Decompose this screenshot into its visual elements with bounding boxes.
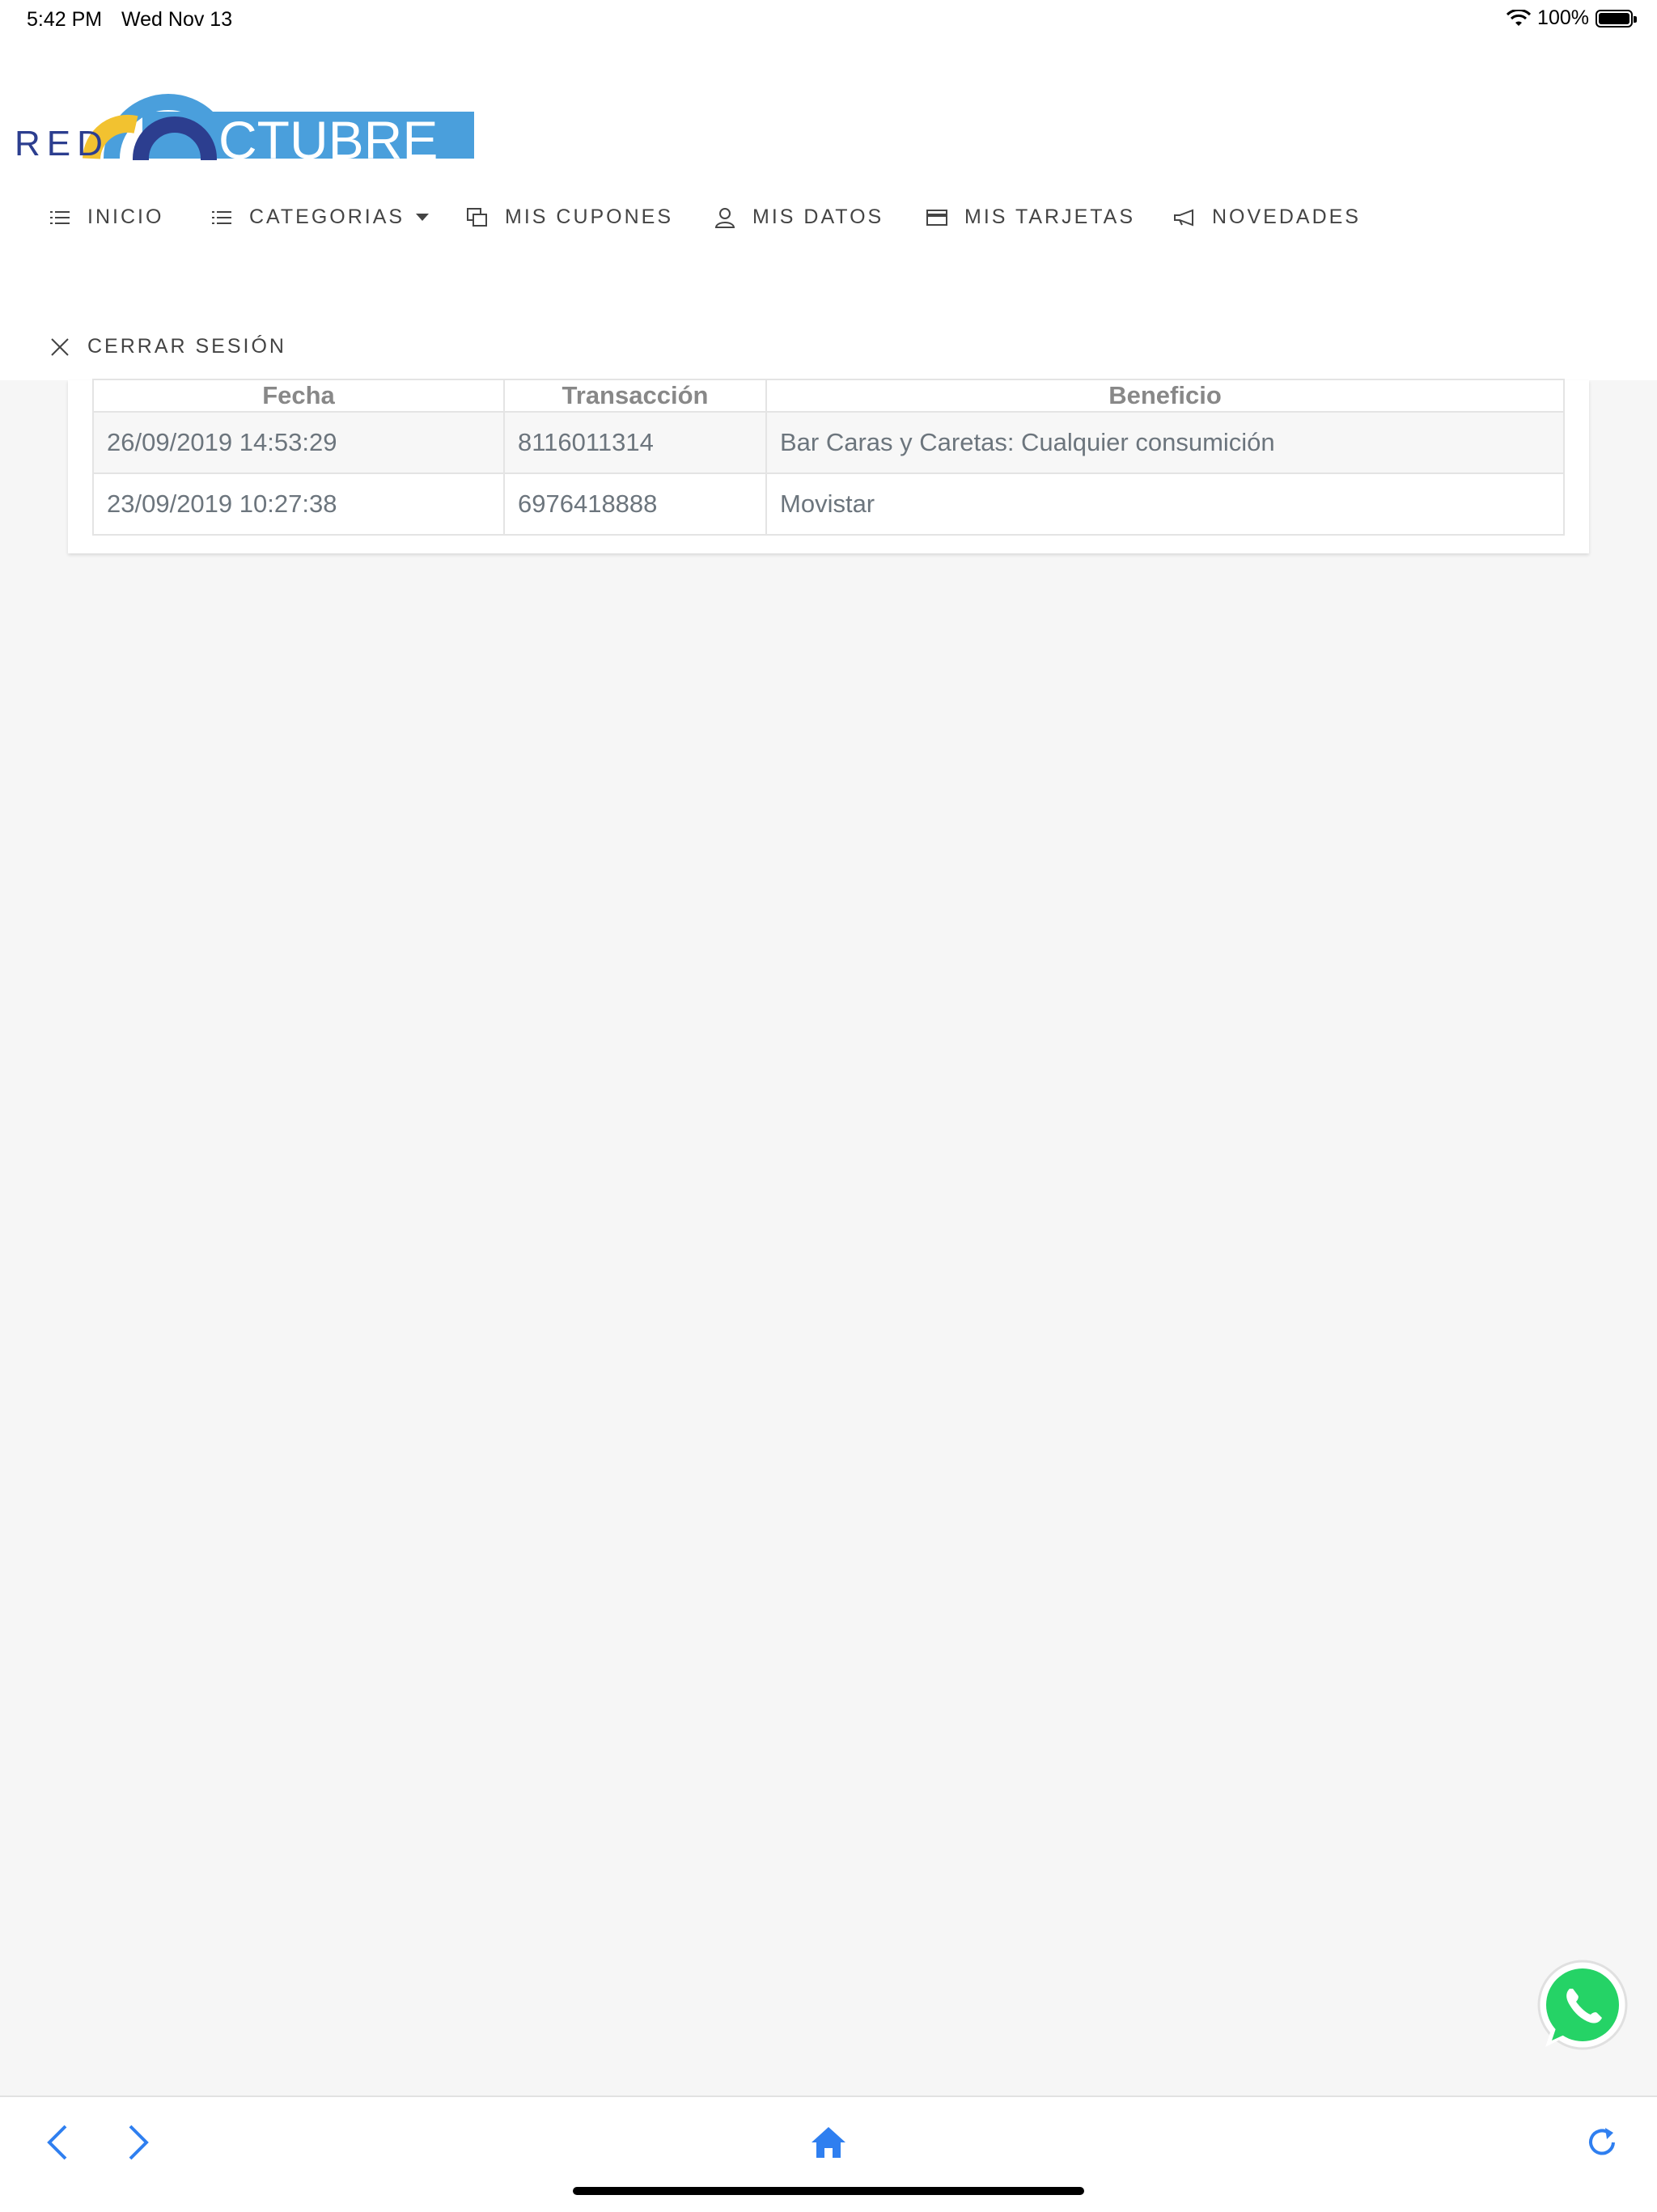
reload-icon	[1589, 2128, 1615, 2155]
nav-item-categorias[interactable]: CATEGORIAS	[210, 206, 430, 229]
transactions-card: Fecha Transacción Beneficio 26/09/2019 1…	[68, 379, 1589, 553]
transactions-table: Fecha Transacción Beneficio 26/09/2019 1…	[92, 379, 1565, 536]
table-header-transaccion: Transacción	[503, 379, 767, 413]
forward-arrow-icon	[129, 2125, 149, 2160]
close-icon	[49, 336, 71, 358]
whatsapp-icon[interactable]	[1534, 1958, 1631, 2055]
nav-item-mis-datos[interactable]: MIS DATOS	[714, 206, 884, 229]
back-arrow-icon	[47, 2125, 67, 2160]
nav-label-novedades: NOVEDADES	[1212, 206, 1361, 228]
status-bar: 5:42 PM Wed Nov 13 100%	[0, 0, 1657, 37]
wifi-icon	[1507, 9, 1532, 26]
reload-button[interactable]	[1578, 2118, 1626, 2167]
megaphone-icon	[1173, 206, 1196, 229]
forward-button[interactable]	[115, 2118, 163, 2167]
back-button[interactable]	[32, 2118, 81, 2167]
chevron-down-icon	[416, 214, 430, 221]
home-button[interactable]	[804, 2118, 853, 2167]
logo-prefix: RED	[15, 124, 109, 160]
status-right: 100%	[1507, 6, 1637, 30]
nav-label-mis-datos: MIS DATOS	[752, 206, 884, 228]
user-icon	[714, 206, 736, 229]
battery-percent: 100%	[1537, 6, 1589, 29]
nav-item-mis-cupones[interactable]: MIS CUPONES	[466, 206, 673, 229]
card-icon	[926, 206, 948, 229]
table-header-beneficio: Beneficio	[765, 379, 1565, 413]
nav-item-mis-tarjetas[interactable]: MIS TARJETAS	[926, 206, 1135, 229]
table-header-row: Fecha Transacción Beneficio	[92, 379, 1565, 413]
table-row: 23/09/2019 10:27:38 6976418888 Movistar	[92, 472, 1565, 536]
nav-item-novedades[interactable]: NOVEDADES	[1173, 206, 1361, 229]
table-cell-fecha: 23/09/2019 10:27:38	[92, 472, 505, 536]
coupons-icon	[466, 206, 489, 229]
list-icon	[210, 206, 233, 229]
nav-label-cerrar-sesion: CERRAR SESIÓN	[87, 335, 286, 358]
table-header-fecha: Fecha	[92, 379, 505, 413]
list-icon	[49, 206, 71, 229]
table-cell-transaccion: 6976418888	[503, 472, 767, 536]
battery-icon	[1596, 9, 1637, 28]
home-icon	[812, 2127, 845, 2158]
red-octubre-logo[interactable]: RED CTUBRE	[15, 78, 476, 160]
table-row: 26/09/2019 14:53:29 8116011314 Bar Caras…	[92, 411, 1565, 474]
nav-item-cerrar-sesion[interactable]: CERRAR SESIÓN	[49, 335, 286, 358]
status-time: 5:42 PM	[27, 8, 103, 31]
nav-label-mis-tarjetas: MIS TARJETAS	[964, 206, 1136, 228]
status-date: Wed Nov 13	[121, 8, 233, 31]
table-cell-beneficio: Movistar	[765, 472, 1565, 536]
nav-label-categorias: CATEGORIAS	[249, 206, 405, 228]
nav-label-mis-cupones: MIS CUPONES	[505, 206, 674, 228]
nav-label-inicio: INICIO	[87, 206, 164, 228]
table-cell-fecha: 26/09/2019 14:53:29	[92, 411, 505, 474]
table-cell-beneficio: Bar Caras y Caretas: Cualquier consumici…	[765, 411, 1565, 474]
logo-word: CTUBRE	[218, 110, 438, 160]
table-cell-transaccion: 8116011314	[503, 411, 767, 474]
home-indicator	[573, 2187, 1084, 2195]
nav-item-inicio[interactable]: INICIO	[49, 206, 163, 229]
site-header: RED CTUBRE INICIO CATEGORIAS MIS CUPONES	[0, 37, 1657, 380]
